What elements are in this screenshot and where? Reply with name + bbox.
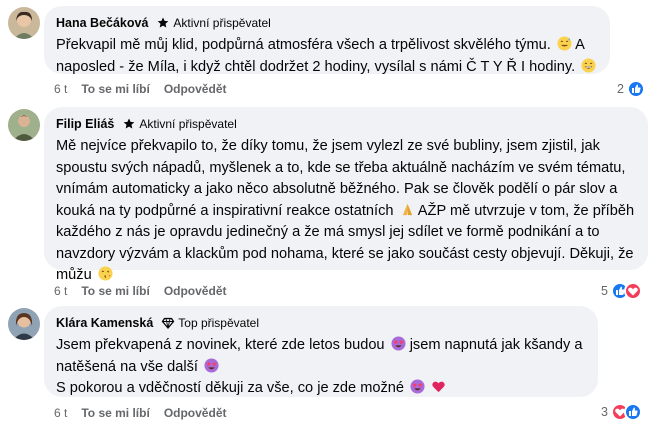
comment-bubble: Klára Kamenská Top přispěvatel Jsem přek…	[44, 306, 598, 397]
reaction-summary[interactable]: 5	[601, 282, 642, 300]
comment-actions: 6 t To se mi líbí Odpovědět	[54, 406, 240, 420]
like-icon	[626, 80, 645, 98]
comment-bubble: Hana Bečáková Aktivní přispěvatel Překva…	[44, 6, 610, 75]
comment-timestamp[interactable]: 6 t	[54, 284, 67, 298]
comment-author[interactable]: Klára Kamenská	[56, 316, 153, 330]
comment-timestamp[interactable]: 6 t	[54, 82, 67, 96]
comment-author[interactable]: Hana Bečáková	[56, 16, 148, 30]
reply-button[interactable]: Odpovědět	[164, 82, 227, 96]
reaction-count: 3	[601, 405, 608, 419]
comment-text: Jsem překvapená z novinek, které zde let…	[56, 335, 586, 400]
kiss-wink-emoji-icon	[98, 266, 113, 281]
reply-button[interactable]: Odpovědět	[164, 284, 227, 298]
comment-timestamp[interactable]: 6 t	[54, 406, 67, 420]
reaction-count: 5	[601, 284, 608, 298]
like-icon	[623, 403, 642, 421]
like-button[interactable]: To se mi líbí	[81, 406, 149, 420]
comment-line: S pokorou a vděčností děkuji za vše, co …	[56, 380, 405, 396]
reply-button[interactable]: Odpovědět	[164, 406, 227, 420]
contributor-badge[interactable]: Aktivní přispěvatel	[156, 16, 271, 30]
star-struck-emoji-icon	[204, 357, 219, 373]
badge-label: Top přispěvatel	[178, 316, 259, 330]
comment-line: Překvapil mě můj klid, podpůrná atmosfér…	[56, 37, 551, 53]
avatar[interactable]	[8, 109, 40, 141]
badge-label: Aktivní přispěvatel	[139, 117, 237, 131]
diamond-icon	[161, 316, 175, 330]
contributor-badge[interactable]: Top přispěvatel	[161, 316, 259, 330]
avatar[interactable]	[8, 308, 40, 340]
comment-text: Překvapil mě můj klid, podpůrná atmosfér…	[56, 35, 598, 78]
comment-line: Jsem překvapená z novinek, které zde let…	[56, 337, 385, 353]
folded-hands-emoji-icon	[400, 202, 415, 217]
reaction-summary[interactable]: 3	[601, 403, 642, 421]
sweat-smile-emoji-icon	[557, 36, 572, 51]
reaction-count: 2	[617, 82, 624, 96]
comment-actions: 6 t To se mi líbí Odpovědět	[54, 284, 240, 298]
reaction-summary[interactable]: 2	[617, 80, 645, 98]
like-button[interactable]: To se mi líbí	[81, 284, 149, 298]
star-icon	[122, 117, 136, 131]
badge-label: Aktivní přispěvatel	[173, 16, 271, 30]
comment-actions: 6 t To se mi líbí Odpovědět	[54, 82, 240, 96]
comment-author[interactable]: Filip Eliáš	[56, 117, 114, 131]
star-struck-emoji-icon	[391, 336, 406, 351]
love-icon	[623, 282, 642, 300]
comment-text: Mě nejvíce překvapilo to, že díky tomu, …	[56, 136, 636, 287]
like-button[interactable]: To se mi líbí	[81, 82, 149, 96]
star-icon	[156, 16, 170, 30]
avatar[interactable]	[8, 7, 40, 39]
red-heart-emoji-icon	[431, 379, 446, 394]
star-struck-emoji-icon	[410, 379, 425, 394]
comment-bubble: Filip Eliáš Aktivní přispěvatel Mě nejví…	[44, 107, 648, 283]
grin-emoji-icon	[581, 57, 596, 73]
contributor-badge[interactable]: Aktivní přispěvatel	[122, 117, 237, 131]
